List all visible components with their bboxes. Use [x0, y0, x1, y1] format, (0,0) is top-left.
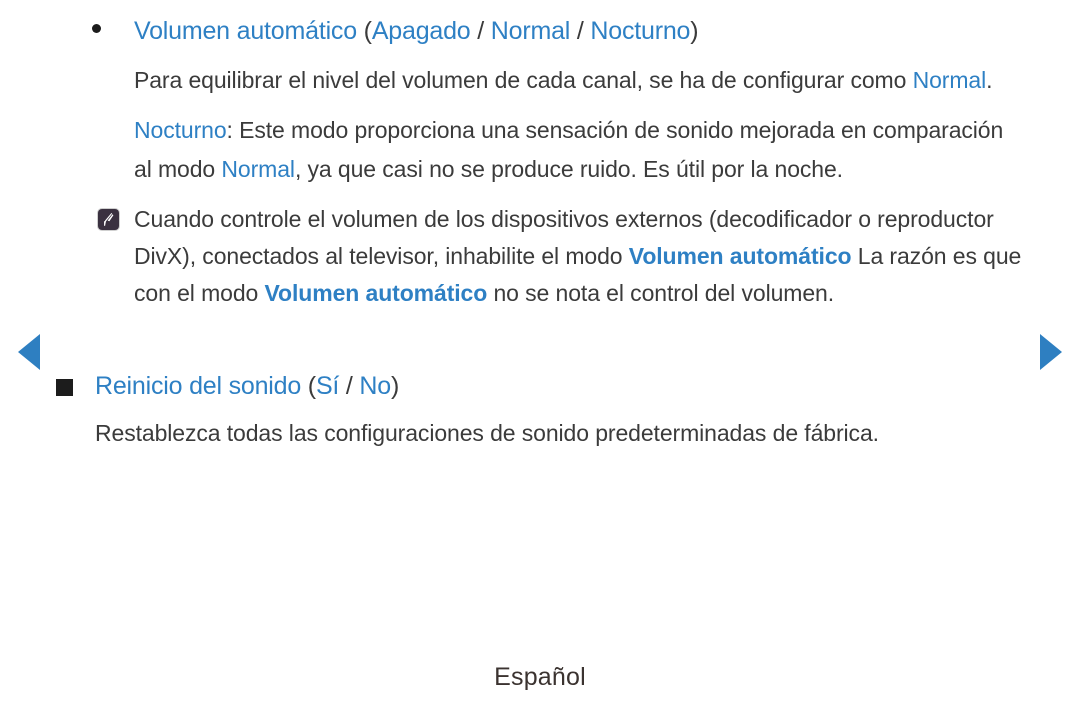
description-paragraph: Nocturno: Este modo proporciona una sens…: [134, 111, 1010, 189]
text-run: Restablezca todas las configuraciones de…: [95, 420, 879, 446]
text-run-normal: Normal: [221, 156, 295, 182]
setting-option-apagado[interactable]: Apagado: [372, 17, 471, 45]
section-heading: Reinicio del sonido (Sí / No): [95, 368, 1020, 404]
text-run-volumen-automatico: Volumen automático: [264, 280, 488, 306]
footer-language-label: Español: [494, 663, 586, 691]
text-run: .: [986, 67, 993, 93]
manual-page: Volumen automático (Apagado / Normal / N…: [0, 0, 1080, 705]
paren-close: ): [690, 17, 699, 45]
section-heading: Volumen automático (Apagado / Normal / N…: [134, 12, 1020, 50]
description-paragraph: Restablezca todas las configuraciones de…: [95, 415, 1020, 451]
text-run-volumen-automatico: Volumen automático: [628, 243, 852, 269]
paren-close: ): [390, 372, 400, 400]
text-run: no se nota el control del volumen.: [487, 280, 835, 306]
paren-open: (: [301, 372, 316, 400]
paren-open: (: [356, 17, 372, 45]
setting-option-normal[interactable]: Normal: [491, 17, 571, 45]
page-content: Volumen automático (Apagado / Normal / N…: [0, 0, 1080, 451]
description-paragraph: Para equilibrar el nivel del volumen de …: [134, 61, 1010, 100]
text-run: , ya que casi no se produce ruido. Es út…: [294, 156, 843, 182]
option-separator: /: [339, 372, 360, 400]
note-text: Cuando controle el volumen de los dispos…: [134, 201, 1025, 312]
note-pencil-icon: [98, 209, 119, 230]
setting-option-no[interactable]: No: [359, 372, 391, 400]
setting-title[interactable]: Reinicio del sonido: [95, 372, 301, 400]
round-bullet-icon: [92, 24, 101, 33]
section-volumen-automatico: Volumen automático (Apagado / Normal / N…: [92, 12, 1020, 50]
setting-option-nocturno[interactable]: Nocturno: [590, 17, 690, 45]
square-bullet-icon: [56, 379, 73, 396]
note-block: Cuando controle el volumen de los dispos…: [98, 201, 1025, 312]
text-run-normal: Normal: [912, 67, 987, 93]
option-separator: /: [470, 17, 491, 45]
setting-option-si[interactable]: Sí: [316, 372, 339, 400]
text-run-nocturno: Nocturno: [134, 117, 227, 143]
section-reinicio-del-sonido: Reinicio del sonido (Sí / No) Restablezc…: [56, 368, 1020, 451]
text-run: Para equilibrar el nivel del volumen de …: [134, 67, 913, 93]
option-separator: /: [570, 17, 591, 45]
setting-title[interactable]: Volumen automático: [134, 17, 357, 45]
